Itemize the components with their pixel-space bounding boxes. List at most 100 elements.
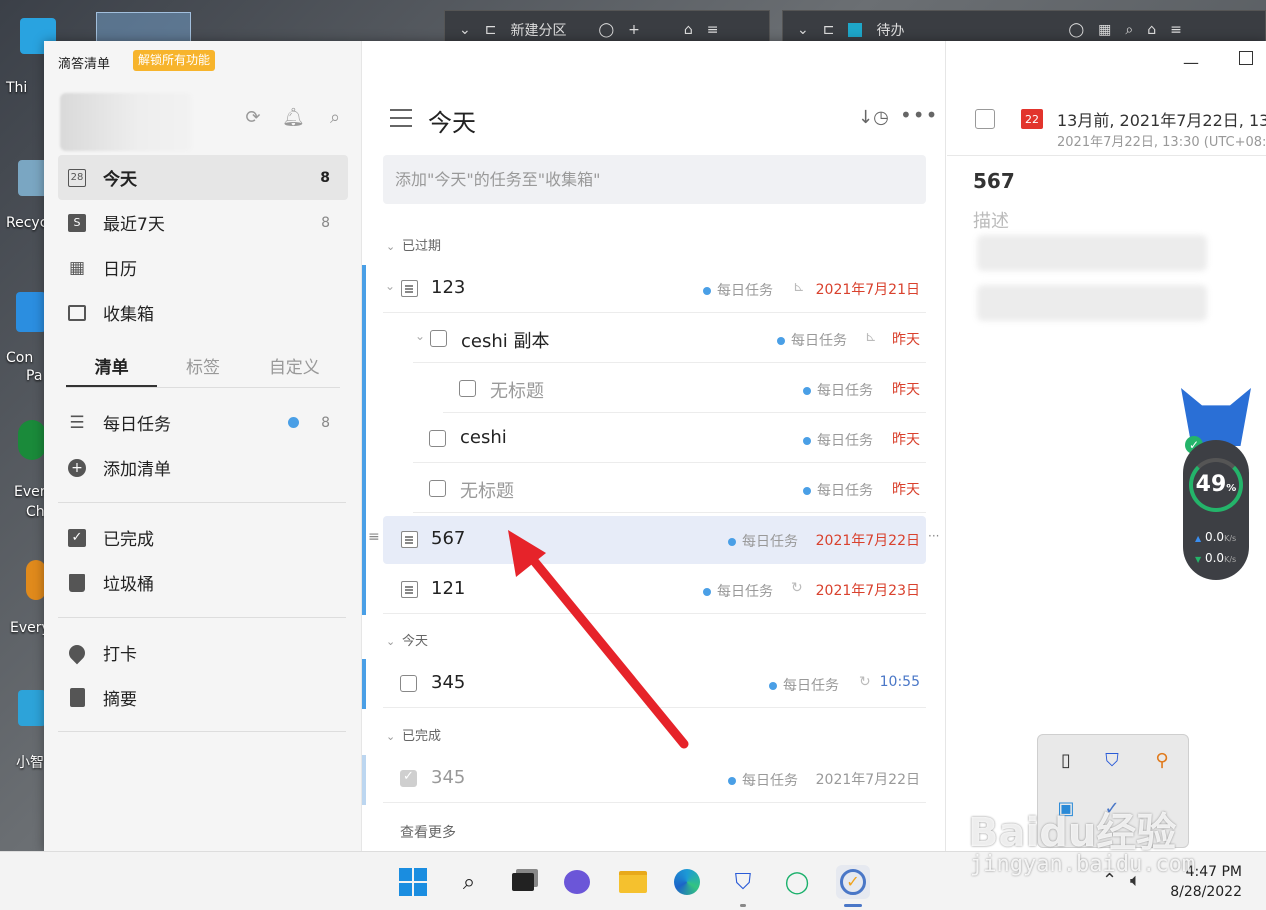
task-row[interactable]: 无标题 每日任务 昨天	[413, 465, 926, 513]
task-checkbox[interactable]	[459, 380, 476, 397]
bell-icon[interactable]: 🔔︎	[282, 107, 305, 129]
hamburger-icon[interactable]	[390, 109, 412, 127]
page-title: 今天	[428, 109, 476, 137]
maximize-button[interactable]	[1239, 51, 1253, 65]
usb-icon[interactable]: ▯	[1054, 749, 1078, 773]
task-row[interactable]: 121 每日任务 ↻ 2021年7月23日	[383, 566, 926, 614]
due-date-text[interactable]: 13月前, 2021年7月22日, 13	[1057, 107, 1266, 131]
user-icon[interactable]: ◯	[1068, 22, 1084, 38]
ticktick-app-icon[interactable]: ✓	[836, 865, 870, 899]
search-icon[interactable]: ⌕	[1125, 22, 1133, 38]
app-window: 滴答清单 解锁所有功能 ⟳ 🔔︎ ⌕ 28 今天 8 S 最近7天 8 ▦ 日历…	[44, 41, 1266, 851]
subtask-icon: ⊾	[865, 329, 877, 345]
search-icon[interactable]: ⌕	[324, 107, 346, 129]
search-icon[interactable]: ⌕	[452, 865, 486, 899]
task-row[interactable]: ⌄ 123 每日任务 ⊾ 2021年7月21日	[383, 265, 926, 313]
shirt-icon[interactable]: ⌂	[1147, 22, 1156, 38]
sidebar-item-trash[interactable]: 垃圾桶	[58, 560, 348, 605]
task-type-icon[interactable]	[975, 109, 995, 129]
security-shield-icon[interactable]: ⛉	[726, 865, 760, 899]
sidebar-item-summary[interactable]: 摘要	[58, 675, 348, 720]
desktop-icon-selected[interactable]	[96, 12, 191, 42]
sync-icon[interactable]: ⟳	[242, 107, 264, 129]
sidebar-item-daily-tasks[interactable]: ☰ 每日任务 8	[58, 400, 348, 445]
chat-icon[interactable]	[560, 865, 594, 899]
see-more-link[interactable]: 查看更多	[400, 822, 456, 842]
task-checkbox[interactable]	[429, 430, 446, 447]
note-task-icon[interactable]	[401, 531, 418, 548]
shirt-icon[interactable]: ⌂	[684, 22, 693, 38]
desktop-icon-everything-ch[interactable]	[18, 420, 46, 460]
desktop-icon-control-panel[interactable]	[16, 292, 46, 332]
task-row[interactable]: ⌄ ceshi 副本 每日任务 ⊾ 昨天	[413, 315, 926, 363]
chevron-down-icon[interactable]: ⌄	[386, 730, 398, 743]
add-task-input[interactable]: 添加"今天"的任务至"收集箱"	[383, 155, 926, 204]
task-row[interactable]: 345 每日任务 2021年7月22日	[383, 755, 926, 803]
task-description-input[interactable]: 描述	[973, 207, 1009, 233]
user-icon[interactable]: ◯	[598, 22, 614, 38]
sidebar-item-today[interactable]: 28 今天 8	[58, 155, 348, 200]
chevron-down-icon[interactable]: ⌄	[459, 22, 471, 38]
more-options-icon[interactable]: •••	[900, 103, 938, 127]
task-row[interactable]: 345 每日任务 ↻ 10:55	[383, 660, 926, 708]
sidebar-item-label: 每日任务	[103, 415, 171, 435]
tab-custom[interactable]: 自定义	[249, 353, 340, 387]
task-checkbox[interactable]	[400, 675, 417, 692]
chat-search-icon[interactable]: ◯	[780, 865, 814, 899]
chevron-down-icon[interactable]: ⌄	[797, 22, 809, 38]
hamburger-icon[interactable]: ≡	[707, 22, 719, 38]
minimize-button[interactable]: —	[1183, 53, 1199, 72]
list-color-dot	[288, 417, 300, 428]
search-tool-icon[interactable]: ⚲	[1150, 749, 1174, 773]
task-list-tag: 每日任务	[703, 280, 773, 300]
edge-browser-icon[interactable]	[670, 865, 704, 899]
task-row[interactable]: ceshi 每日任务 昨天	[413, 415, 926, 463]
section-header-completed[interactable]: ⌄ 已完成	[386, 725, 441, 744]
running-app-indicator	[740, 904, 746, 907]
sidebar-item-checkin[interactable]: 打卡	[58, 630, 348, 675]
desktop-icon-everything[interactable]	[26, 560, 46, 600]
chevron-down-icon[interactable]: ⌄	[386, 635, 398, 648]
shield-icon[interactable]: ⛉	[1100, 749, 1124, 773]
bg-tab-label[interactable]: 待办	[876, 20, 904, 40]
tab-tags[interactable]: 标签	[157, 353, 248, 387]
sort-icon[interactable]: ↓◷	[858, 107, 889, 128]
task-checkbox[interactable]	[429, 480, 446, 497]
start-windows-icon[interactable]	[396, 865, 430, 899]
calendar-icon[interactable]: ▦	[1098, 22, 1111, 38]
repeat-icon: ↻	[791, 580, 803, 596]
sidebar-item-calendar[interactable]: ▦ 日历	[58, 245, 348, 290]
sidebar-item-add-list[interactable]: + 添加清单	[58, 445, 348, 490]
task-detail-title[interactable]: 567	[973, 169, 1015, 193]
bg-tab-label[interactable]: 新建分区	[510, 20, 566, 40]
row-more-icon[interactable]: ···	[928, 529, 939, 543]
task-title: ceshi	[460, 427, 507, 448]
task-checkbox-checked[interactable]	[400, 769, 417, 787]
task-row[interactable]: 无标题 每日任务 昨天	[443, 365, 926, 413]
note-task-icon[interactable]	[401, 581, 418, 598]
note-task-icon[interactable]	[401, 280, 418, 297]
task-row-selected[interactable]: 567 每日任务 2021年7月22日	[383, 516, 926, 564]
network-speed-widget[interactable]: ✓ 49% ▲ 0.0K/s ▼ 0.0K/s	[1181, 380, 1251, 580]
drag-handle-icon[interactable]: ≡	[368, 529, 380, 545]
task-checkbox[interactable]	[430, 330, 447, 347]
add-icon[interactable]: +	[628, 22, 640, 38]
desktop-label-control: Con	[6, 350, 34, 366]
chevron-down-icon[interactable]: ⌄	[385, 279, 395, 293]
section-header-overdue[interactable]: ⌄ 已过期	[386, 235, 441, 254]
hamburger-icon[interactable]: ≡	[1170, 22, 1182, 38]
chevron-down-icon[interactable]: ⌄	[386, 240, 398, 253]
file-explorer-icon[interactable]	[616, 865, 650, 899]
chevron-down-icon[interactable]: ⌄	[415, 329, 425, 343]
row-indicator-bar	[362, 265, 366, 615]
avatar[interactable]	[60, 93, 192, 151]
section-header-today[interactable]: ⌄ 今天	[386, 630, 428, 649]
due-date-calendar-icon[interactable]: 22	[1021, 109, 1043, 129]
tab-lists[interactable]: 清单	[66, 353, 158, 387]
task-view-icon[interactable]	[506, 865, 540, 899]
sidebar-item-completed[interactable]: ✓ 已完成	[58, 515, 348, 560]
unlock-features-button[interactable]: 解锁所有功能	[133, 50, 216, 71]
desktop-icon-xiaozhi[interactable]	[18, 690, 46, 726]
sidebar-item-next-7-days[interactable]: S 最近7天 8	[58, 200, 348, 245]
sidebar-item-inbox[interactable]: 收集箱	[58, 290, 348, 335]
